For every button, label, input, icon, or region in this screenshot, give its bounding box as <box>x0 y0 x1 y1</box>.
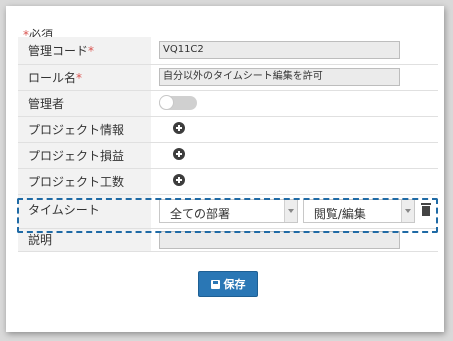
row-project-pl: プロジェクト損益 <box>18 142 438 169</box>
chevron-down-icon <box>284 200 297 222</box>
admin-toggle[interactable] <box>159 95 197 110</box>
description-field[interactable] <box>159 230 400 249</box>
project-pl-label: プロジェクト損益 <box>18 142 151 169</box>
row-role: ロール名* 自分以外のタイムシート編集を許可 <box>18 64 438 91</box>
add-project-hours-icon[interactable] <box>173 173 185 186</box>
toggle-knob <box>159 95 174 110</box>
add-project-pl-icon[interactable] <box>173 147 185 160</box>
role-label: ロール名* <box>18 64 151 91</box>
description-label: 説明 <box>18 228 151 252</box>
add-project-info-icon[interactable] <box>173 121 185 134</box>
trash-icon[interactable] <box>420 203 431 216</box>
floppy-disk-icon <box>210 279 220 289</box>
project-info-label: プロジェクト情報 <box>18 116 151 143</box>
timesheet-label: タイムシート <box>18 194 151 229</box>
role-name-field[interactable]: 自分以外のタイムシート編集を許可 <box>159 68 400 86</box>
code-field[interactable]: VQ11C2 <box>159 41 400 60</box>
row-project-hours: プロジェクト工数 <box>18 168 438 195</box>
row-description: 説明 <box>18 228 438 252</box>
project-hours-label: プロジェクト工数 <box>18 168 151 195</box>
row-code: 管理コード* VQ11C2 <box>18 37 438 65</box>
department-select[interactable]: 全ての部署 <box>159 199 298 223</box>
row-timesheet: タイムシート 全ての部署 閲覧/編集 <box>18 194 438 229</box>
role-form-table: 管理コード* VQ11C2 ロール名* 自分以外のタイムシート編集を許可 管理者… <box>18 37 438 252</box>
admin-label: 管理者 <box>18 90 151 117</box>
chevron-down-icon <box>400 200 414 222</box>
code-label: 管理コード* <box>18 37 151 65</box>
row-admin: 管理者 <box>18 90 438 117</box>
permission-select[interactable]: 閲覧/編集 <box>302 199 415 223</box>
row-project-info: プロジェクト情報 <box>18 116 438 143</box>
save-button[interactable]: 保存 <box>198 271 258 297</box>
